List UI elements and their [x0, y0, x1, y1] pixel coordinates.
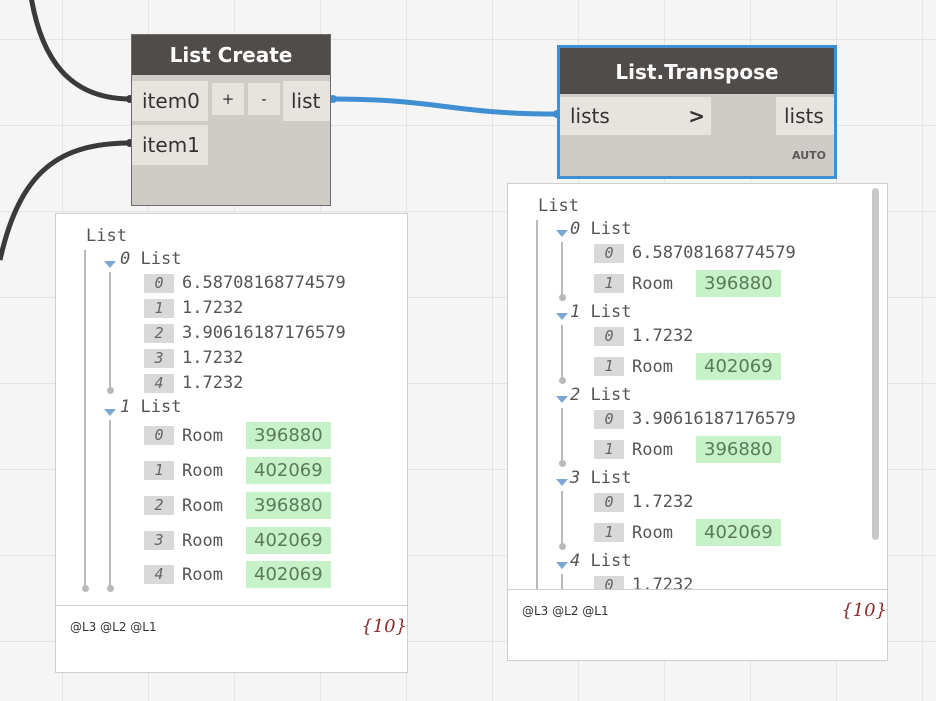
- element-value: 402069: [696, 353, 781, 380]
- list-item: 0 1.7232: [594, 326, 693, 346]
- port-label: item1: [142, 133, 200, 157]
- wire-item0[interactable]: [29, 0, 132, 102]
- collapse-arrow-icon[interactable]: [556, 396, 568, 403]
- group-header[interactable]: 2 List: [570, 385, 631, 405]
- port-label: list: [291, 89, 321, 113]
- port-label: item0: [142, 89, 200, 113]
- tree-line: [84, 250, 86, 588]
- collapse-arrow-icon[interactable]: [556, 230, 568, 237]
- collapse-arrow-icon[interactable]: [104, 409, 116, 416]
- list-item: 4 1.7232: [144, 373, 243, 393]
- group-line-end: [107, 585, 114, 592]
- list-item: 0 1.7232: [594, 492, 693, 512]
- chevron-right-icon[interactable]: >: [688, 97, 705, 135]
- add-input-button[interactable]: +: [212, 83, 244, 115]
- tree-root: List: [538, 196, 579, 216]
- element-value: 396880: [246, 492, 331, 519]
- list-item: 4 Room 402069: [144, 561, 331, 588]
- group-header[interactable]: 1 List: [120, 397, 181, 417]
- element-value: 402069: [246, 457, 331, 484]
- preview-footer: @L3 @L2 @L1 {10}: [56, 605, 407, 672]
- list-item: 2 Room 396880: [144, 492, 331, 519]
- group-header[interactable]: 3 List: [570, 468, 631, 488]
- group-line-end: [559, 294, 566, 301]
- group-line: [561, 408, 563, 464]
- list-item: 0 6.58708168774579: [594, 243, 796, 263]
- group-line: [109, 272, 111, 390]
- list-item: 0 3.90616187176579: [594, 409, 796, 429]
- vertical-scrollbar[interactable]: [872, 188, 879, 540]
- list-item: 1 Room 402069: [594, 519, 781, 546]
- item-count: {10}: [841, 600, 887, 621]
- preview-tree[interactable]: List 0 List 0 6.58708168774579 1 Room 39688…: [508, 184, 887, 589]
- remove-input-button[interactable]: -: [248, 83, 280, 115]
- group-header[interactable]: 0 List: [120, 249, 181, 269]
- element-value: 402069: [246, 527, 331, 554]
- port-label: lists: [784, 104, 824, 128]
- port-label: lists: [570, 104, 610, 128]
- preview-tree[interactable]: List 0 List 0 6.58708168774579 1 1.7232 23…: [56, 214, 407, 606]
- lacing-indicator[interactable]: AUTO: [792, 149, 826, 162]
- node-title[interactable]: List.Transpose: [560, 48, 834, 94]
- list-item: 3 Room 402069: [144, 527, 331, 554]
- group-header[interactable]: 4 List: [570, 551, 631, 571]
- list-item: 0 Room 396880: [144, 422, 331, 449]
- collapse-arrow-icon[interactable]: [104, 261, 116, 268]
- element-value: 396880: [246, 422, 331, 449]
- group-line-end: [559, 377, 566, 384]
- element-value: 402069: [246, 561, 331, 588]
- output-port-list[interactable]: list: [283, 81, 330, 121]
- list-transpose-node[interactable]: List.Transpose lists > lists AUTO: [557, 45, 837, 179]
- list-create-node[interactable]: List Create item0 + - list item1: [131, 34, 331, 206]
- tree-root: List: [86, 226, 127, 246]
- group-line: [109, 420, 111, 588]
- element-value: 396880: [696, 270, 781, 297]
- tree-line: [536, 220, 538, 589]
- group-line: [561, 242, 563, 298]
- collapse-arrow-icon[interactable]: [556, 313, 568, 320]
- output-port-lists[interactable]: lists: [776, 97, 834, 135]
- list-create-preview[interactable]: List 0 List 0 6.58708168774579 1 1.7232 23…: [55, 213, 408, 673]
- list-item: 1 Room 402069: [594, 353, 781, 380]
- group-header[interactable]: 1 List: [570, 302, 631, 322]
- list-item: 3 1.7232: [144, 348, 243, 368]
- group-line: [561, 491, 563, 547]
- input-port-item0[interactable]: item0: [132, 81, 208, 121]
- group-line: [561, 574, 563, 589]
- preview-footer: @L3 @L2 @L1 {10}: [508, 589, 887, 660]
- tree-line-end: [82, 585, 89, 592]
- list-item: 1 Room 396880: [594, 270, 781, 297]
- list-item: 2 3.90616187176579: [144, 323, 346, 343]
- list-levels[interactable]: @L3 @L2 @L1: [522, 604, 609, 618]
- item-count: {10}: [361, 616, 407, 637]
- group-line: [561, 325, 563, 381]
- input-port-lists[interactable]: lists >: [560, 97, 711, 135]
- collapse-arrow-icon[interactable]: [556, 562, 568, 569]
- group-header[interactable]: 0 List: [570, 219, 631, 239]
- collapse-arrow-icon[interactable]: [556, 479, 568, 486]
- list-item: 1 Room 402069: [144, 457, 331, 484]
- list-item: 1 1.7232: [144, 298, 243, 318]
- group-line-end: [559, 543, 566, 550]
- list-levels[interactable]: @L3 @L2 @L1: [70, 620, 157, 634]
- input-port-item1[interactable]: item1: [132, 125, 208, 165]
- element-value: 402069: [696, 519, 781, 546]
- group-line-end: [107, 387, 114, 394]
- wire-list-to-lists[interactable]: [332, 96, 559, 117]
- node-title[interactable]: List Create: [132, 35, 330, 75]
- list-item: 0 1.7232: [594, 575, 693, 589]
- transpose-preview[interactable]: List 0 List 0 6.58708168774579 1 Room 39688…: [507, 183, 888, 661]
- list-item: 0 6.58708168774579: [144, 273, 346, 293]
- element-value: 396880: [696, 436, 781, 463]
- list-item: 1 Room 396880: [594, 436, 781, 463]
- group-line-end: [559, 460, 566, 467]
